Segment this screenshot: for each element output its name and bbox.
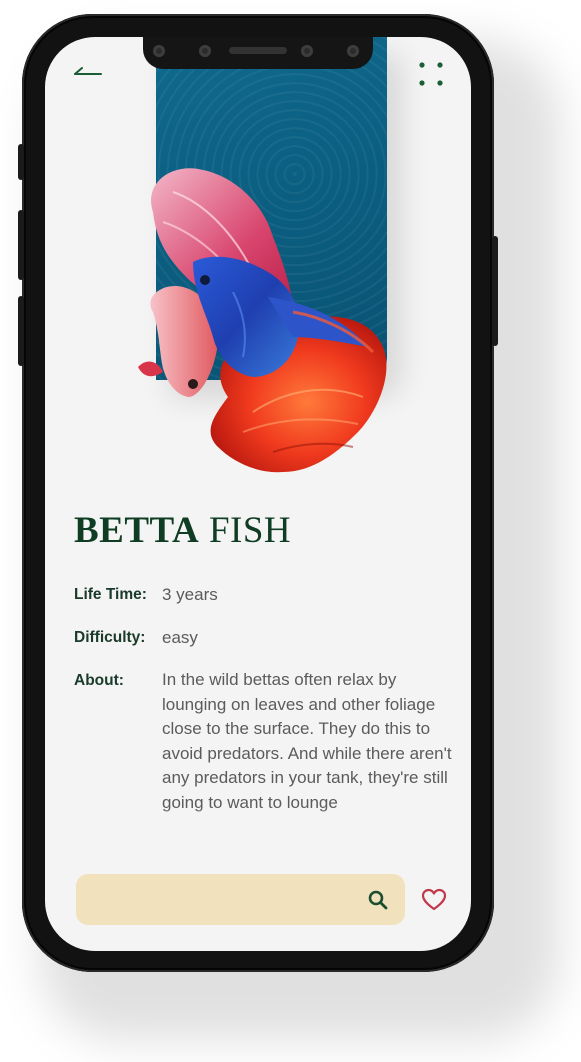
grid-dots-icon[interactable] [419,62,443,86]
lifetime-label: Life Time: [74,586,147,603]
text-fade-overlay [145,807,465,843]
phone-notch [143,37,373,69]
betta-fish-image [138,168,387,473]
title-bold: BETTA [74,510,200,551]
search-input[interactable] [90,874,364,927]
notch-sensor [199,45,211,57]
heart-icon[interactable] [421,888,447,912]
search-icon[interactable] [367,889,389,911]
search-bar[interactable] [76,874,405,927]
about-label: About: [74,672,124,689]
lifetime-value: 3 years [162,585,218,604]
product-title: BETTA FISH [74,509,291,552]
difficulty-value: easy [162,628,198,647]
power-button [492,236,498,346]
volume-down-button [18,296,24,366]
notch-sensor [301,45,313,57]
volume-up-button [18,210,24,280]
difficulty-label: Difficulty: [74,629,146,646]
mute-switch [18,144,24,180]
title-light: FISH [199,510,292,551]
notch-speaker [229,47,287,54]
notch-camera [347,45,359,57]
app-screen: BETTA FISH Life Time: 3 years Difficulty… [45,37,471,951]
back-arrow-icon[interactable] [73,67,103,81]
notch-sensor [153,45,165,57]
